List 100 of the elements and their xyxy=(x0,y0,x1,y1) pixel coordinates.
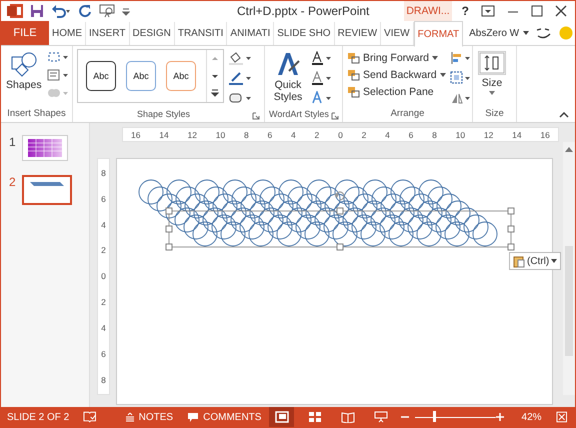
text-outline-icon[interactable] xyxy=(311,71,333,85)
zoom-level[interactable]: 42% xyxy=(522,412,542,422)
ruler-number: 4 xyxy=(101,220,106,230)
shape-style-option[interactable]: Abc xyxy=(166,61,196,91)
close-icon[interactable] xyxy=(555,5,567,17)
ruler-number: 2 xyxy=(101,246,106,255)
selected-circles-drawing[interactable] xyxy=(138,180,514,250)
presentation-icon[interactable] xyxy=(99,4,115,18)
window-title: Ctrl+D.pptx - PowerPoint xyxy=(237,4,370,18)
align-icon[interactable] xyxy=(450,51,472,65)
ribbon-tab[interactable]: INSERT xyxy=(86,22,130,44)
face-icon xyxy=(535,26,554,40)
ruler-number: 6 xyxy=(101,194,106,204)
ruler-number: 8 xyxy=(101,376,106,384)
dialog-launcher-icon[interactable] xyxy=(252,112,260,120)
caret-icon[interactable] xyxy=(523,31,530,35)
slide-number: 2 xyxy=(9,175,16,189)
ribbon-tab[interactable]: ANIMATI xyxy=(227,22,274,44)
ruler-number: 0 xyxy=(338,130,343,140)
ruler-number: 6 xyxy=(268,130,272,140)
wordart-icon xyxy=(275,51,301,77)
view-button[interactable] xyxy=(269,407,294,427)
gradient-grid-drawing xyxy=(28,139,62,157)
account-name[interactable]: AbsZero W xyxy=(469,28,520,38)
undo-icon[interactable] xyxy=(51,4,71,18)
ruler-number: 6 xyxy=(408,130,414,140)
slide-counter: SLIDE 2 OF 2 xyxy=(7,412,70,422)
arrange-button[interactable]: Bring Forward xyxy=(347,52,446,64)
more-icon[interactable] xyxy=(209,87,221,100)
comments-button[interactable]: COMMENTS xyxy=(187,412,262,422)
ruler-number: 10 xyxy=(456,130,466,140)
group-icon[interactable] xyxy=(450,71,472,85)
normal-view-icon xyxy=(274,411,289,423)
pen-outline-icon[interactable] xyxy=(228,71,252,85)
shape-style-option[interactable]: Abc xyxy=(126,61,156,91)
scroll-up-icon[interactable] xyxy=(565,146,573,152)
paste-options-button[interactable]: (Ctrl) xyxy=(509,252,562,270)
caret-icon xyxy=(440,73,446,77)
ruler-number: 16 xyxy=(540,130,550,140)
collapse-ribbon-icon[interactable] xyxy=(559,112,569,118)
zoom-slider-thumb[interactable] xyxy=(432,411,436,422)
slide-number: 1 xyxy=(9,135,16,149)
clipboard-icon xyxy=(513,254,525,268)
ribbon-display-icon[interactable] xyxy=(481,5,495,17)
redo-icon[interactable] xyxy=(78,4,92,18)
ruler-number: 12 xyxy=(188,130,197,140)
layers-icon xyxy=(347,69,360,81)
book-icon xyxy=(340,411,355,423)
quick-styles-button[interactable]: Quick Styles xyxy=(269,49,307,106)
ribbon-tab[interactable]: REVIEW xyxy=(334,22,382,44)
group-label: WordArt Styles xyxy=(269,109,329,121)
scrollbar[interactable] xyxy=(563,142,575,395)
ribbon-tab[interactable]: HOME xyxy=(49,22,86,44)
ruler-number: 10 xyxy=(216,130,226,140)
ruler-number: 2 xyxy=(314,130,320,140)
group-label: Insert Shapes xyxy=(7,108,66,121)
notes-icon xyxy=(124,412,135,422)
slide-thumbnail[interactable] xyxy=(22,135,68,161)
ruler-number: 2 xyxy=(101,298,106,307)
text-effects-icon[interactable] xyxy=(311,91,333,105)
zoom-in-button[interactable] xyxy=(496,413,504,421)
arrange-button[interactable]: Send Backward xyxy=(347,69,446,81)
spelling-icon[interactable] xyxy=(83,411,97,423)
slide-thumbnail[interactable] xyxy=(22,175,72,205)
ruler-number: 8 xyxy=(244,130,249,140)
arrange-button[interactable]: Selection Pane xyxy=(347,86,446,98)
effects-icon[interactable] xyxy=(228,91,252,105)
shape-style-option[interactable]: Abc xyxy=(86,61,116,91)
edit-shape-icon[interactable] xyxy=(46,51,69,63)
file-tab[interactable]: FILE xyxy=(1,21,49,45)
ribbon-tab[interactable]: TRANSITI xyxy=(174,22,228,44)
comment-icon xyxy=(187,412,200,422)
caret-icon xyxy=(489,91,495,95)
ruler-number: 4 xyxy=(291,130,296,140)
rotate-icon[interactable] xyxy=(450,91,472,105)
ribbon-tab[interactable]: DESIGN xyxy=(130,22,175,44)
ruler-number: 4 xyxy=(385,130,390,140)
dialog-launcher-icon[interactable] xyxy=(330,112,339,120)
projector-screen-icon xyxy=(374,411,388,423)
size-button[interactable]: Size xyxy=(477,49,507,97)
help-button[interactable]: ? xyxy=(462,4,469,18)
maximize-icon[interactable] xyxy=(531,5,543,17)
caret-icon xyxy=(432,56,438,60)
ruler-number: 6 xyxy=(101,350,106,358)
fit-slide-icon[interactable] xyxy=(556,411,568,423)
context-tab-label: DRAWI... xyxy=(404,1,452,21)
text-box-icon[interactable] xyxy=(46,69,69,81)
ribbon-tab[interactable]: SLIDE SHO xyxy=(274,22,335,44)
shapes-icon xyxy=(10,51,38,77)
size-icon xyxy=(478,51,506,75)
text-fill-icon[interactable] xyxy=(311,51,333,65)
notes-button[interactable]: NOTES xyxy=(124,412,174,422)
fill-bucket-icon[interactable] xyxy=(228,51,252,65)
ribbon-tab[interactable]: FORMAT xyxy=(414,21,464,47)
save-icon[interactable] xyxy=(30,4,44,18)
group-label: Size xyxy=(485,108,504,121)
layers-icon xyxy=(347,52,360,64)
ruler-number: 12 xyxy=(484,130,494,140)
ruler-number: 14 xyxy=(159,130,169,140)
shapes-button[interactable]: Shapes xyxy=(5,49,43,93)
